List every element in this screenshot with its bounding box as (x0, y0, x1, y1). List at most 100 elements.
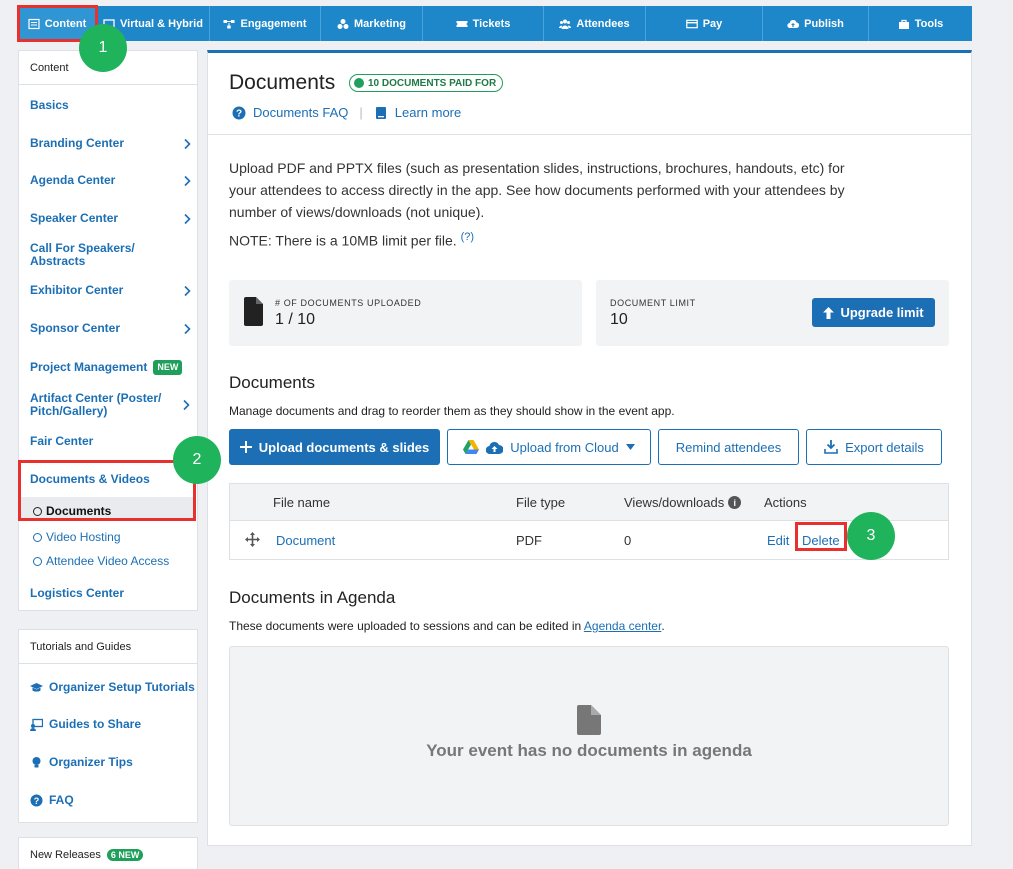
sidebar-item-call-for-speakers[interactable]: Call For Speakers/ Abstracts (30, 242, 150, 268)
releases-header[interactable]: New Releases 6 NEW (19, 838, 197, 869)
page-description: Upload PDF and PPTX files (such as prese… (229, 160, 845, 220)
question-circle-icon: ? (30, 794, 43, 806)
file-limit-note: NOTE: There is a 10MB limit per file. (?… (229, 231, 474, 249)
tab-label: Publish (804, 17, 844, 30)
tutorial-label: Organizer Tips (49, 755, 133, 769)
remind-attendees-button[interactable]: Remind attendees (658, 429, 799, 465)
sidebar-item-sponsor-center[interactable]: Sponsor Center (30, 322, 197, 335)
uploaded-label: # OF DOCUMENTS UPLOADED (275, 298, 422, 308)
download-icon (824, 440, 838, 454)
agenda-center-link[interactable]: Agenda center (584, 619, 661, 633)
chevron-right-icon (183, 399, 190, 411)
sidebar-subitem-video-hosting[interactable]: Video Hosting (33, 530, 121, 544)
tab-publish[interactable]: Publish (763, 6, 869, 41)
sidebar-item-logistics-center[interactable]: Logistics Center (30, 587, 197, 600)
edit-link[interactable]: Edit (767, 533, 789, 548)
arrow-up-icon (823, 306, 835, 319)
releases-badge: 6 NEW (106, 849, 144, 861)
tab-engagement[interactable]: Engagement (210, 6, 321, 41)
releases-label: New Releases (30, 849, 101, 861)
tutorial-item-tips[interactable]: Organizer Tips (30, 755, 133, 769)
uploaded-stat: # OF DOCUMENTS UPLOADED 1 / 10 (229, 280, 582, 346)
tab-label: Virtual & Hybrid (120, 17, 203, 30)
tab-label: Marketing (354, 17, 406, 30)
svg-text:?: ? (34, 795, 40, 805)
tutorial-item-guides[interactable]: Guides to Share (30, 717, 141, 731)
tab-tickets[interactable]: Tickets (423, 6, 544, 41)
upload-documents-button[interactable]: Upload documents & slides (229, 429, 440, 465)
step-badge-2: 2 (173, 436, 221, 484)
column-header-views: Views/downloads i (624, 495, 742, 510)
page-title: Documents (229, 71, 336, 94)
book-icon (375, 106, 386, 119)
note-text: NOTE: There is a 10MB limit per file. (229, 232, 457, 249)
sidebar-item-artifact-center[interactable]: Artifact Center (Poster/ Pitch/Gallery) (30, 391, 190, 418)
sidebar-item-label: Basics (30, 98, 69, 112)
tutorial-item-faq[interactable]: ? FAQ (30, 793, 74, 807)
export-details-button[interactable]: Export details (806, 429, 942, 465)
chevron-right-icon (184, 213, 191, 224)
sidebar-item-label: Artifact Center (Poster/ Pitch/Gallery) (30, 391, 162, 418)
cloud-label: Upload from Cloud (510, 439, 619, 455)
sidebar-item-label: Branding Center (30, 136, 125, 150)
views-header-label: Views/downloads (624, 495, 725, 510)
sidebar-item-agenda-center[interactable]: Agenda Center (30, 174, 197, 187)
column-header-file-type: File type (516, 495, 566, 510)
sidebar-item-fair-center[interactable]: Fair Center (30, 435, 197, 448)
card-icon (685, 19, 698, 28)
top-nav: Content Virtual & Hybrid Engagement Mark… (18, 6, 972, 41)
tutorials-panel: Tutorials and Guides Organizer Setup Tut… (18, 629, 198, 823)
upgrade-limit-button[interactable]: Upgrade limit (812, 298, 935, 327)
document-type: PDF (516, 533, 542, 548)
tutorial-label: Guides to Share (49, 717, 142, 731)
step-badge-3: 3 (847, 512, 895, 560)
lightbulb-icon (32, 756, 41, 767)
info-icon[interactable]: i (728, 496, 742, 509)
paid-badge: 10 DOCUMENTS PAID FOR (349, 74, 504, 92)
tab-label: Attendees (576, 17, 630, 30)
help-icon[interactable]: (?) (461, 231, 474, 243)
sidebar-item-project-management[interactable]: Project Management NEW (30, 360, 197, 375)
sidebar-item-label: Fair Center (30, 434, 94, 448)
document-icon (577, 705, 601, 735)
new-badge: NEW (153, 360, 183, 375)
sidebar: Content Basics Branding Center Agenda Ce… (18, 50, 198, 611)
document-name-link[interactable]: Document (276, 533, 335, 548)
remind-label: Remind attendees (675, 439, 782, 455)
sidebar-subitem-label: Video Hosting (46, 530, 121, 544)
upgrade-label: Upgrade limit (840, 305, 924, 320)
tab-pay[interactable]: Pay (646, 6, 763, 41)
learn-more-link[interactable]: Learn more (395, 105, 461, 120)
share-screen-icon (30, 718, 43, 731)
sidebar-item-label: Exhibitor Center (30, 283, 124, 297)
tab-marketing[interactable]: Marketing (321, 6, 423, 41)
releases-panel: New Releases 6 NEW (18, 837, 198, 869)
agenda-sub-suffix: . (661, 619, 665, 633)
step-badge-1: 1 (79, 24, 127, 72)
column-header-file-name: File name (273, 495, 331, 510)
chevron-right-icon (184, 138, 191, 149)
faq-link[interactable]: Documents FAQ (253, 105, 348, 120)
tab-label: Pay (702, 17, 723, 30)
chevron-right-icon (184, 175, 191, 186)
cloud-upload-icon (486, 441, 504, 454)
tab-label: Tickets (472, 17, 511, 30)
drag-handle-icon[interactable] (245, 532, 260, 547)
column-header-actions: Actions (764, 495, 807, 510)
toolbox-icon (898, 19, 909, 29)
sidebar-item-branding-center[interactable]: Branding Center (30, 137, 197, 150)
sidebar-item-label: Sponsor Center (30, 321, 121, 335)
sidebar-item-exhibitor-center[interactable]: Exhibitor Center (30, 284, 197, 297)
sidebar-item-label: Project Management (30, 360, 148, 374)
upload-from-cloud-button[interactable]: Upload from Cloud (447, 429, 651, 465)
tab-attendees[interactable]: Attendees (544, 6, 646, 41)
sidebar-item-basics[interactable]: Basics (30, 99, 197, 112)
status-dot-icon (354, 78, 364, 88)
uploaded-value: 1 / 10 (275, 311, 316, 328)
sidebar-item-speaker-center[interactable]: Speaker Center (30, 212, 197, 225)
sidebar-subitem-attendee-video-access[interactable]: Attendee Video Access (33, 554, 169, 568)
help-links: ? Documents FAQ | Learn more (232, 105, 461, 120)
tab-tools[interactable]: Tools (869, 6, 972, 41)
tutorial-item-setup[interactable]: Organizer Setup Tutorials (30, 680, 195, 694)
link-divider: | (359, 105, 363, 120)
